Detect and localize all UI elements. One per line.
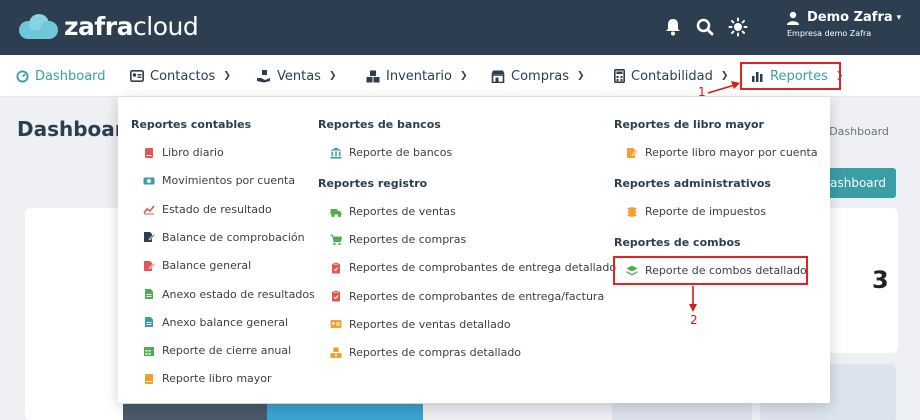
annotation-arrows	[689, 81, 740, 312]
annotation-label-1: 1	[698, 85, 706, 99]
annotation-label-2: 2	[690, 313, 698, 327]
